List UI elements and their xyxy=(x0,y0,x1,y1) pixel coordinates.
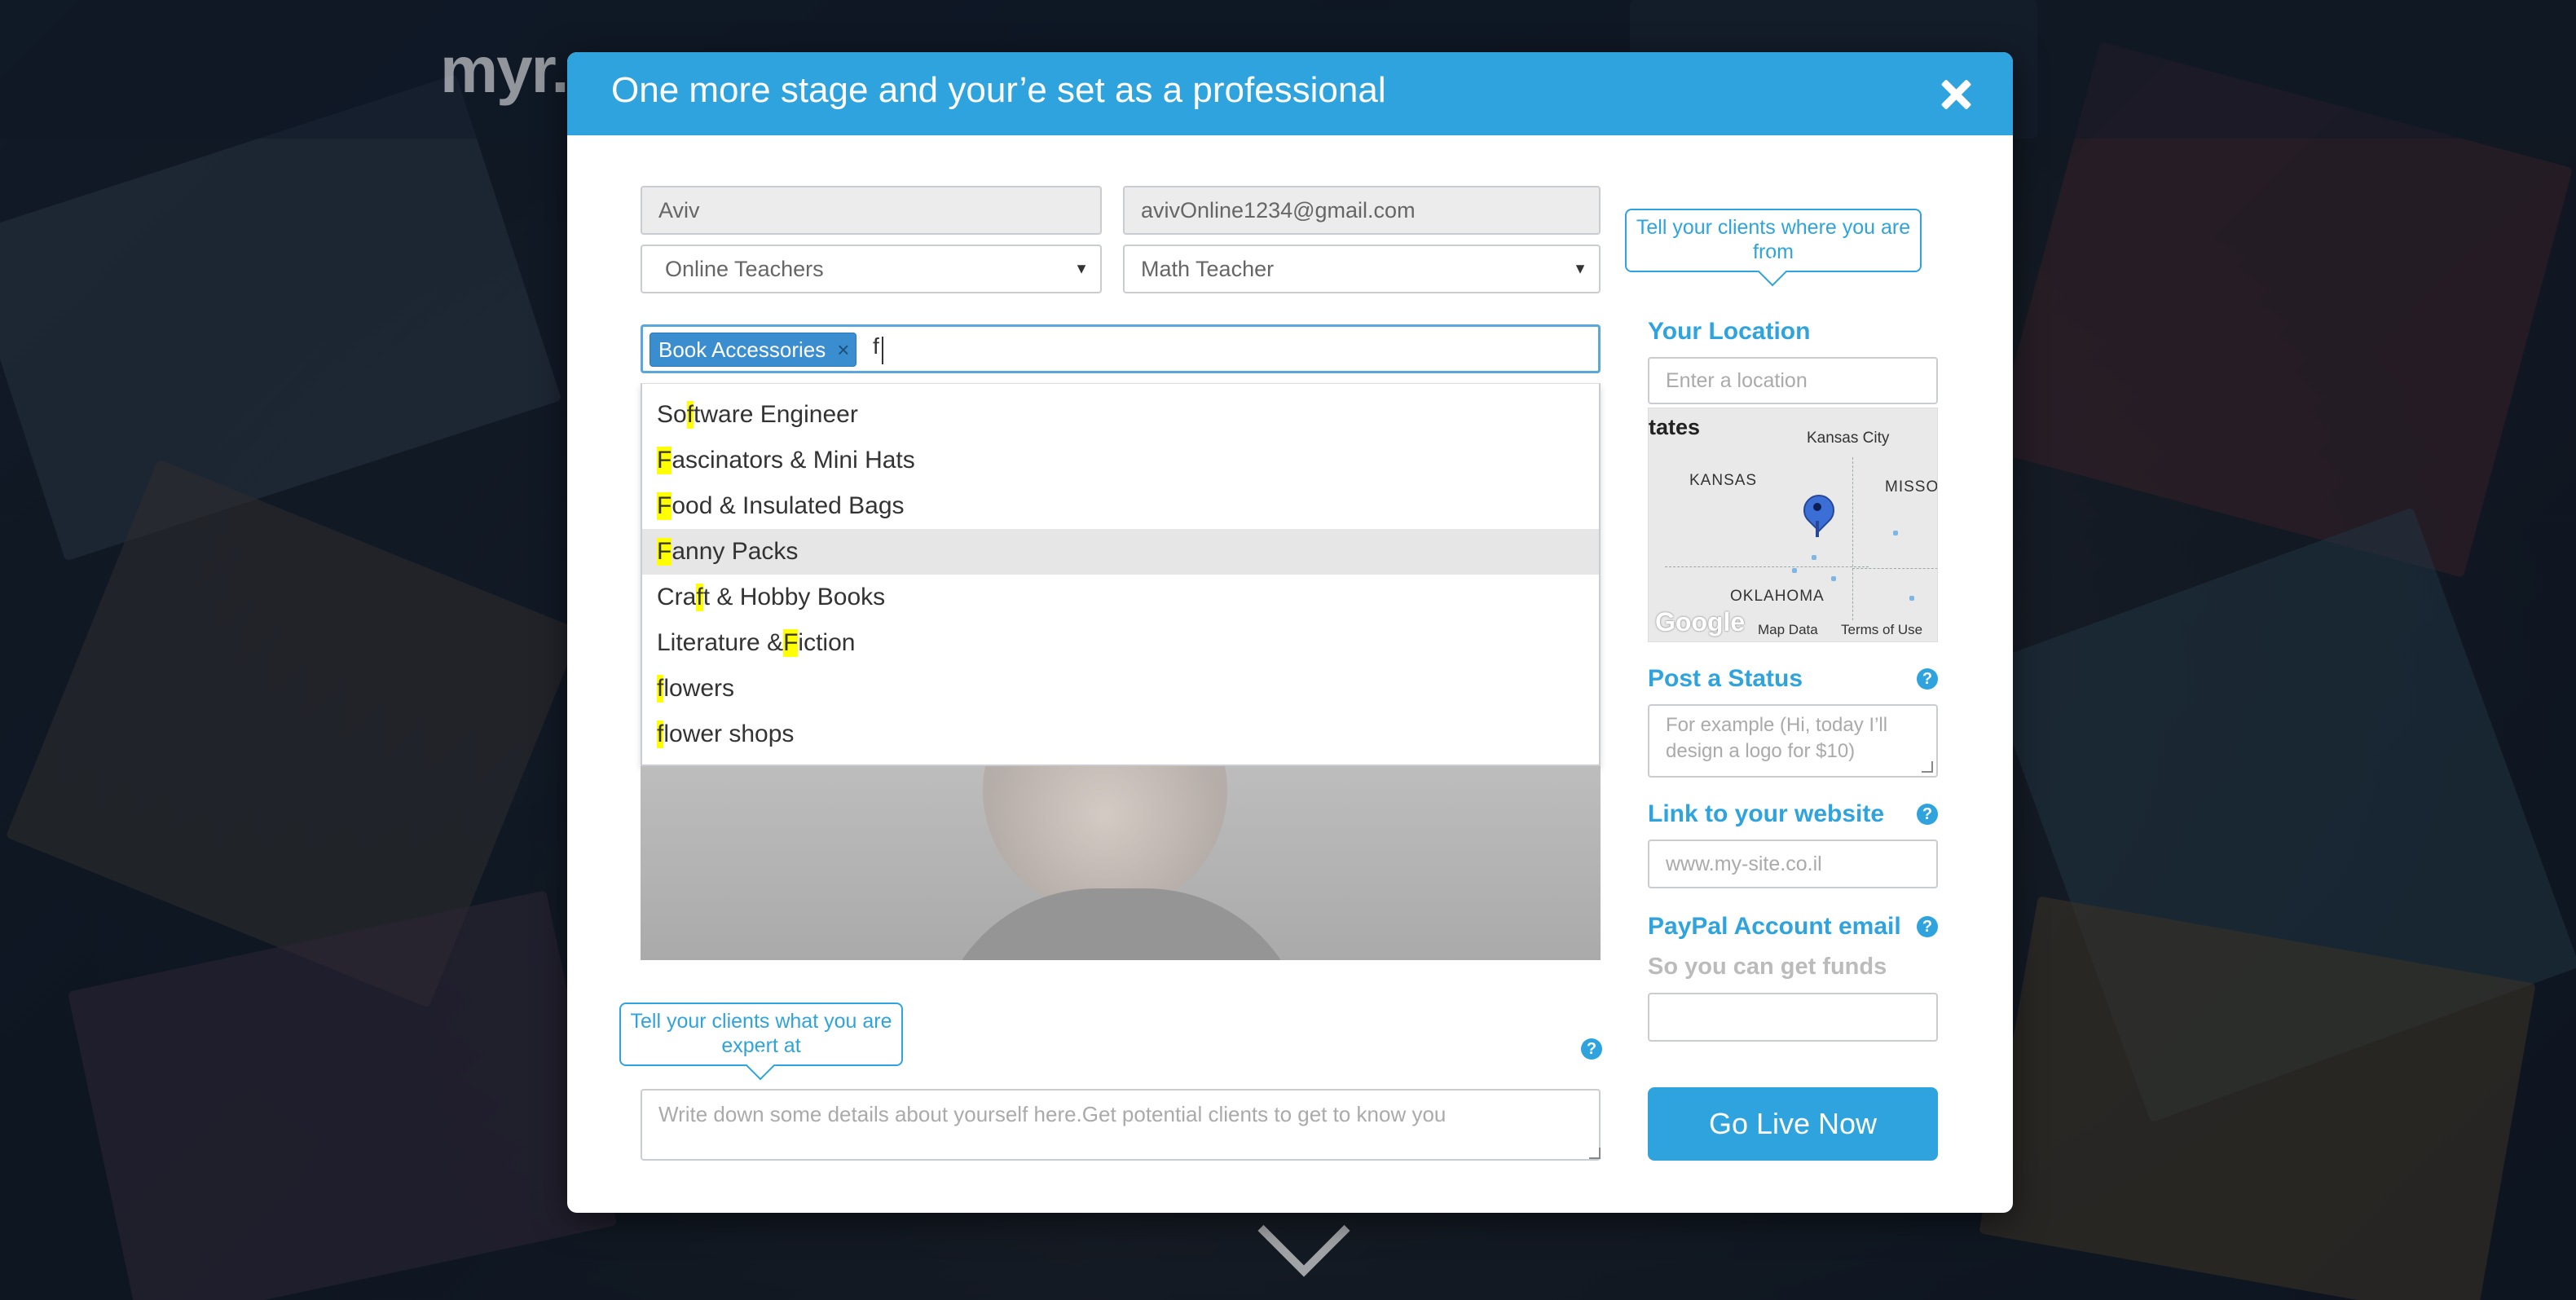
category-select[interactable]: Online Teachers ▼ xyxy=(641,245,1102,293)
website-label: Link to your website xyxy=(1648,800,1885,827)
map-border xyxy=(1665,566,1869,567)
go-live-button[interactable]: Go Live Now xyxy=(1648,1087,1938,1161)
map-label-states: tates xyxy=(1649,415,1701,439)
photo-veil xyxy=(641,766,1601,960)
map-lake xyxy=(1909,596,1914,601)
paypal-sublabel: So you can get funds xyxy=(1648,954,1887,980)
google-logo[interactable]: Google xyxy=(1655,607,1745,637)
tags-input[interactable]: Book Accessories × f xyxy=(641,324,1601,373)
profile-photo[interactable] xyxy=(641,766,1601,960)
tag-chip: Book Accessories × xyxy=(650,333,857,367)
map-label-oklahoma: OKLAHOMA xyxy=(1730,588,1825,605)
status-textarea[interactable]: For example (Hi, today I’ll design a log… xyxy=(1648,704,1938,778)
suggestion-item[interactable]: So f tware Engineer xyxy=(642,392,1599,438)
map-lake xyxy=(1812,555,1816,560)
resize-handle-icon[interactable] xyxy=(1922,761,1933,773)
profession-select-value: Math Teacher xyxy=(1141,256,1275,281)
map-pin-dot xyxy=(1813,503,1821,511)
map-border xyxy=(1852,568,1937,569)
map-border xyxy=(1852,457,1853,620)
expertise-callout: Tell your clients what you are expert at xyxy=(619,1003,903,1066)
tag-remove-icon[interactable]: × xyxy=(837,337,849,363)
suggestion-item[interactable]: Cra f t & Hobby Books xyxy=(642,575,1599,620)
location-label: Your Location xyxy=(1648,318,1811,345)
website-help-icon[interactable]: ? xyxy=(1917,804,1938,825)
about-textarea[interactable]: Write down some details about yourself h… xyxy=(641,1089,1601,1161)
website-input[interactable]: www.my-site.co.il xyxy=(1648,839,1938,888)
suggestion-item[interactable]: f lower shops xyxy=(642,712,1599,757)
dropdown-arrow-icon: ▼ xyxy=(1074,260,1089,277)
suggestion-item[interactable]: Food & Insulated Bags xyxy=(642,483,1599,529)
map-label-kansas-city: Kansas City xyxy=(1807,430,1890,447)
paypal-email-input[interactable] xyxy=(1648,993,1938,1042)
map-terms-link[interactable]: Terms of Use xyxy=(1841,622,1922,638)
suggestion-item-active[interactable]: Fanny Packs xyxy=(642,529,1599,575)
close-icon[interactable] xyxy=(1936,75,1975,114)
onboarding-modal: One more stage and your’e set as a profe… xyxy=(567,52,2013,1213)
map-pin-stem xyxy=(1816,521,1819,537)
status-help-icon[interactable]: ? xyxy=(1917,668,1938,690)
resize-handle-icon[interactable] xyxy=(1589,1148,1601,1159)
text-caret xyxy=(882,337,883,364)
location-callout: Tell your clients where you are from xyxy=(1625,209,1922,272)
category-select-value: Online Teachers xyxy=(665,256,824,281)
map-lake xyxy=(1792,568,1797,573)
location-map[interactable]: tates Kansas City KANSAS MISSOU OKLAHOMA… xyxy=(1648,408,1938,642)
about-help-icon[interactable]: ? xyxy=(1581,1038,1602,1060)
suggestions-dropdown: So f tware Engineer Fascinators & Mini Hat… xyxy=(641,383,1601,766)
profession-select[interactable]: Math Teacher ▼ xyxy=(1123,245,1601,293)
suggestion-item[interactable]: Fascinators & Mini Hats xyxy=(642,438,1599,483)
email-field[interactable]: avivOnline1234@gmail.com xyxy=(1123,186,1601,235)
map-lake xyxy=(1893,531,1898,535)
map-label-missouri: MISSOU xyxy=(1885,478,1938,496)
map-data-link[interactable]: Map Data xyxy=(1758,622,1818,638)
status-label: Post a Status xyxy=(1648,665,1803,692)
tags-typed-text: f xyxy=(873,333,879,359)
paypal-help-icon[interactable]: ? xyxy=(1917,916,1938,937)
modal-header: One more stage and your’e set as a profe… xyxy=(567,52,2013,135)
suggestion-item[interactable]: f lowers xyxy=(642,666,1599,712)
location-input[interactable]: Enter a location xyxy=(1648,357,1938,404)
paypal-label: PayPal Account email xyxy=(1648,913,1901,940)
modal-title: One more stage and your’e set as a profe… xyxy=(611,70,1386,110)
name-field[interactable]: Aviv xyxy=(641,186,1102,235)
tag-label: Book Accessories xyxy=(658,337,826,362)
map-label-kansas: KANSAS xyxy=(1689,472,1758,489)
suggestion-item[interactable]: Literature & Fiction xyxy=(642,620,1599,666)
map-lake xyxy=(1831,576,1836,581)
dropdown-arrow-icon: ▼ xyxy=(1573,260,1587,277)
